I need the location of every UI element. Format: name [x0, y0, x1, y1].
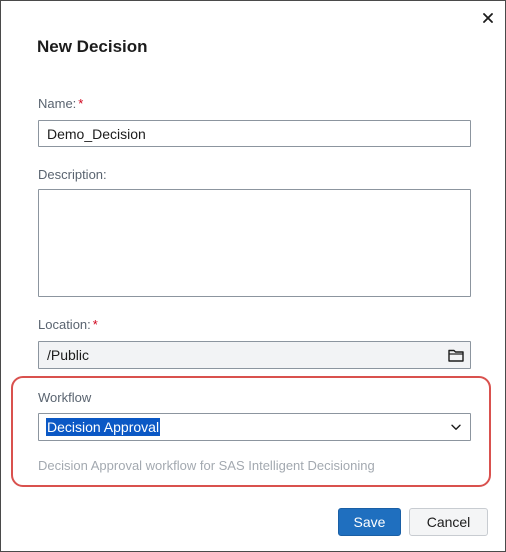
name-label-text: Name:: [38, 96, 77, 111]
description-field[interactable]: [38, 189, 471, 297]
location-label-text: Location:: [38, 317, 91, 332]
cancel-button[interactable]: Cancel: [409, 508, 488, 536]
new-decision-dialog: New Decision Name: * Demo_Decision Descri…: [0, 0, 506, 552]
name-label: Name: *: [38, 96, 83, 112]
workflow-label: Workflow: [38, 390, 92, 405]
name-field-value: Demo_Decision: [47, 125, 146, 142]
chevron-down-icon[interactable]: [451, 424, 461, 431]
folder-icon[interactable]: [448, 348, 464, 362]
dialog-title: New Decision: [37, 37, 148, 56]
name-field[interactable]: Demo_Decision: [38, 120, 471, 147]
required-marker: *: [92, 317, 98, 332]
location-field-value: /Public: [47, 347, 90, 363]
workflow-select-value-wrapper: Decision Approval: [46, 414, 161, 440]
workflow-hint: Decision Approval workflow for SAS Intel…: [38, 458, 375, 473]
location-field[interactable]: /Public: [38, 341, 471, 369]
close-button[interactable]: [477, 7, 499, 29]
location-label: Location: *: [38, 317, 98, 333]
workflow-selected-value: Decision Approval: [46, 418, 161, 436]
close-icon: [483, 13, 493, 23]
save-button[interactable]: Save: [338, 508, 401, 536]
description-label: Description:: [38, 167, 107, 182]
required-marker: *: [78, 96, 84, 111]
workflow-select[interactable]: Decision Approval: [38, 413, 471, 441]
